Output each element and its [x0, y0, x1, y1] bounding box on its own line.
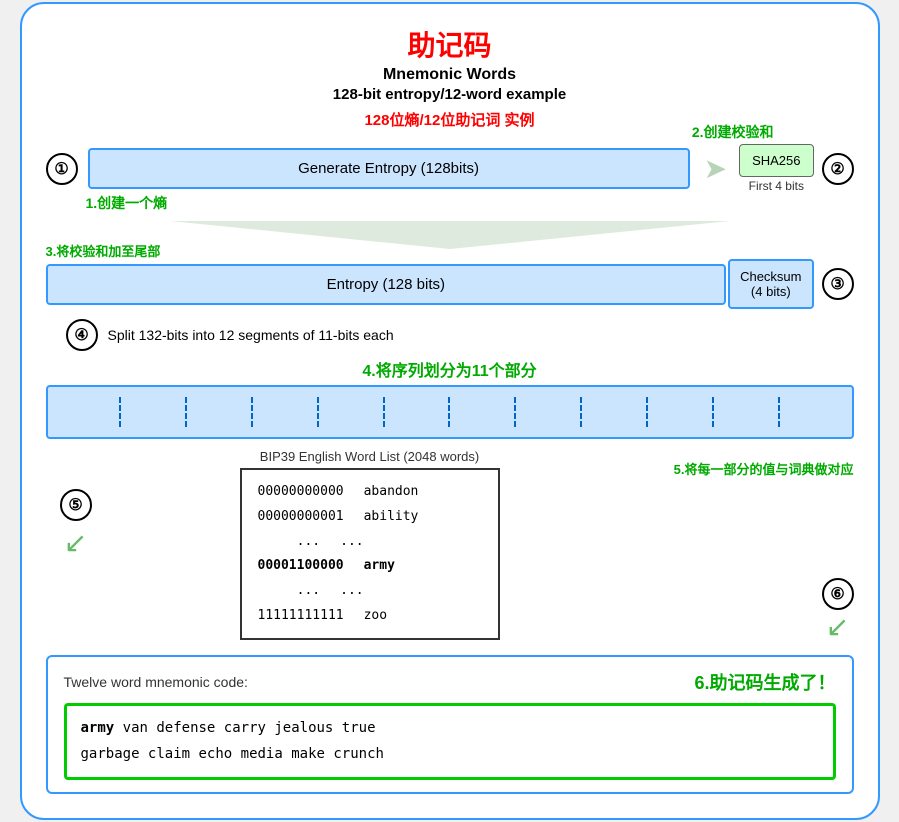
circle-4: ④: [66, 319, 98, 351]
arrow-down-left-icon: ↙: [64, 529, 87, 557]
bin-1: 00000000001: [258, 505, 344, 530]
title-en2: 128-bit entropy/12-word example: [46, 86, 854, 103]
big-arrow-container: [46, 221, 854, 249]
circle-2: ②: [822, 153, 854, 185]
circle-5: ⑤: [60, 489, 92, 521]
section1-row: ① Generate Entropy (128bits) ➤ SHA256 Fi…: [46, 144, 854, 193]
entropy128-box: Entropy (128 bits): [46, 264, 727, 305]
arrow-right-icon: ➤: [704, 152, 727, 185]
word-dots1: ...: [340, 530, 363, 555]
section5-row: ⑤ ↙ BIP39 English Word List (2048 words)…: [46, 449, 854, 643]
seg-line-1: [119, 397, 121, 427]
wordlist-row-army: 00001100000 army: [258, 554, 482, 579]
checksum-box: Checksum(4 bits): [728, 259, 813, 309]
word-army: army: [364, 554, 395, 579]
word-0: abandon: [364, 480, 419, 505]
bin-dots1: ...: [258, 530, 321, 555]
wordlist-row-dots2: ... ...: [258, 579, 482, 604]
sha-box: SHA256: [739, 144, 813, 177]
annotation-4: 4.将序列划分为11个部分: [46, 357, 854, 381]
seg-line-7: [514, 397, 516, 427]
seg-line-5: [383, 397, 385, 427]
seg-line-11: [778, 397, 780, 427]
bin-dots2: ...: [258, 579, 321, 604]
wordlist-container: BIP39 English Word List (2048 words) 000…: [106, 449, 634, 640]
seg-line-8: [580, 397, 582, 427]
annotation-3: 3.将校验和加至尾部: [46, 241, 161, 260]
first4bits-label: First 4 bits: [749, 179, 804, 193]
wordlist-row-1: 00000000001 ability: [258, 505, 482, 530]
sha-column: SHA256 First 4 bits: [739, 144, 813, 193]
mnemonic-output: army van defense carry jealous true garb…: [64, 703, 836, 779]
section3-row: Entropy (128 bits) Checksum(4 bits) ③: [46, 259, 854, 309]
annotation-5: 5.将每一部分的值与词典做对应: [674, 459, 854, 478]
seg-line-2: [185, 397, 187, 427]
circle-6: ⑥: [822, 578, 854, 610]
circle-1: ①: [46, 153, 78, 185]
entropy-box: Generate Entropy (128bits): [88, 148, 690, 189]
title-zh: 助记码: [46, 24, 854, 64]
section6-container: Twelve word mnemonic code: 6.助记码生成了！ arm…: [46, 655, 854, 793]
section1-wrapper: 2.创建校验和 ① Generate Entropy (128bits) ➤ S…: [46, 144, 854, 193]
segments-box: [46, 385, 854, 439]
bin-zoo: 11111111111: [258, 604, 344, 629]
bin-0: 00000000000: [258, 480, 344, 505]
right-annotations: 5.将每一部分的值与词典做对应 ⑥ ↙: [634, 449, 854, 643]
word-zoo: zoo: [364, 604, 387, 629]
mnemonic-first-word: army: [81, 720, 115, 736]
circle-3: ③: [822, 268, 854, 300]
annotation-1: 1.创建一个熵: [86, 193, 168, 213]
section3-wrapper: 3.将校验和加至尾部 Entropy (128 bits) Checksum(4…: [46, 259, 854, 309]
annotation-6: 6.助记码生成了！: [694, 669, 835, 695]
seg-line-6: [448, 397, 450, 427]
twelve-word-label: Twelve word mnemonic code:: [64, 674, 248, 690]
annotation-2: 2.创建校验和: [692, 122, 774, 142]
section4-label-row: ④ Split 132-bits into 12 segments of 11-…: [66, 319, 854, 351]
wordlist-box: 00000000000 abandon 00000000001 ability …: [240, 468, 500, 640]
seg-line-4: [317, 397, 319, 427]
bin-army: 00001100000: [258, 554, 344, 579]
seg-line-3: [251, 397, 253, 427]
wordlist-row-zoo: 11111111111 zoo: [258, 604, 482, 629]
seg-line-10: [712, 397, 714, 427]
checksum-label: Checksum(4 bits): [740, 269, 801, 299]
main-container: 助记码 Mnemonic Words 128-bit entropy/12-wo…: [20, 2, 880, 819]
word-dots2: ...: [340, 579, 363, 604]
circle5-col: ⑤ ↙: [46, 449, 106, 557]
mnemonic-line1-rest: van defense carry jealous true: [114, 720, 375, 736]
mnemonic-line2: garbage claim echo media make crunch: [81, 742, 819, 767]
word-1: ability: [364, 505, 419, 530]
section6-header: Twelve word mnemonic code: 6.助记码生成了！: [64, 669, 836, 695]
title-en1: Mnemonic Words: [46, 66, 854, 84]
section4-text: Split 132-bits into 12 segments of 11-bi…: [108, 327, 394, 343]
circle6-col: ⑥ ↙: [822, 578, 854, 643]
big-arrow: [170, 221, 730, 249]
arrow-down-right-icon: ↙: [826, 610, 849, 643]
wordlist-row-0: 00000000000 abandon: [258, 480, 482, 505]
wordlist-title: BIP39 English Word List (2048 words): [260, 449, 479, 464]
seg-line-9: [646, 397, 648, 427]
wordlist-row-dots1: ... ...: [258, 530, 482, 555]
arrow-down-icon: [170, 221, 730, 249]
mnemonic-line1: army van defense carry jealous true: [81, 716, 819, 741]
